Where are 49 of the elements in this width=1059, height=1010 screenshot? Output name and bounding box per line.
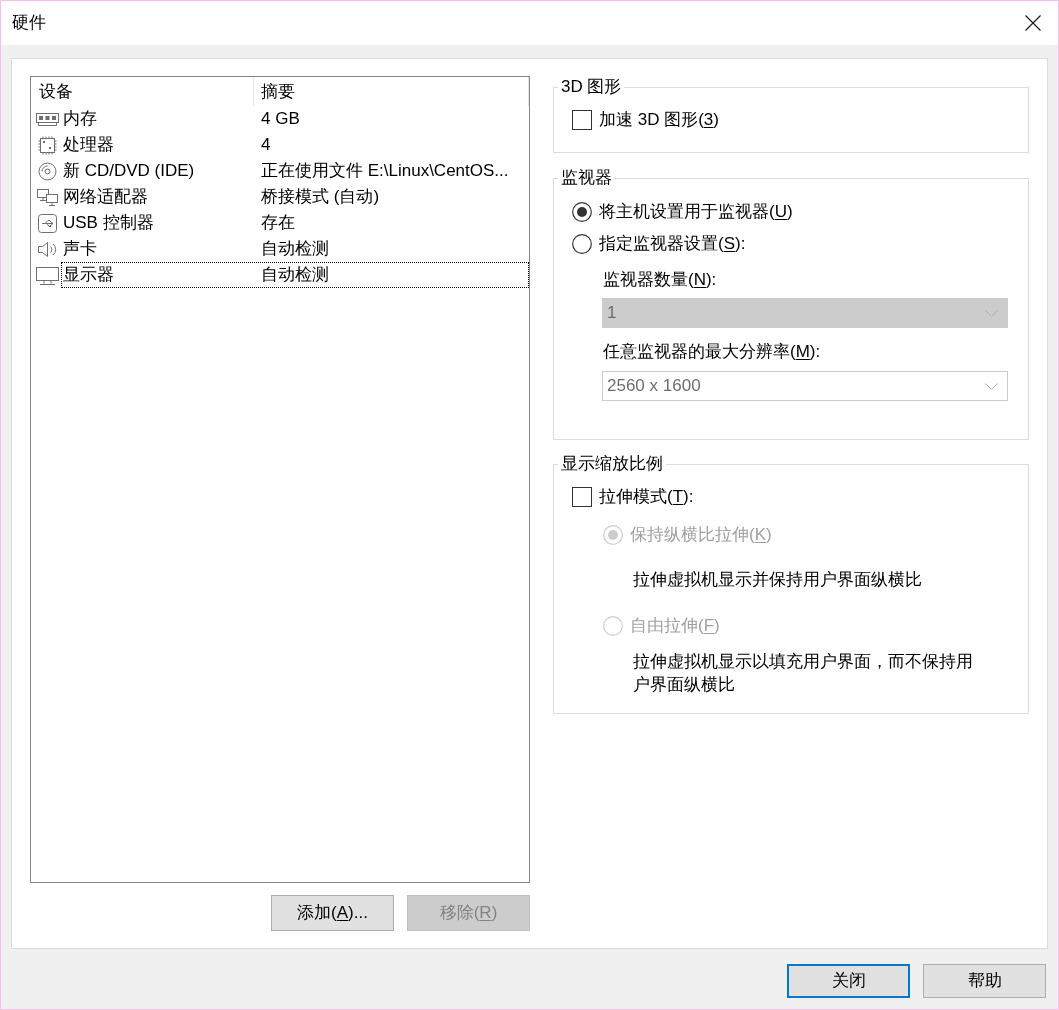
device-name: 处理器 [62,134,115,156]
checkbox-label[interactable]: 拉伸模式(T): [599,486,694,508]
checkbox[interactable] [572,110,592,130]
device-row[interactable]: 内存 4 GB [61,106,529,132]
monitor-icon [35,265,60,285]
close-icon [1025,15,1041,31]
window-title: 硬件 [12,12,46,34]
column-header[interactable]: 摘要 [254,77,529,106]
device-summary: 桥接模式 (自动) [260,186,380,208]
device-row[interactable]: USB 控制器 存在 [61,210,529,236]
device-name: USB 控制器 [62,212,155,234]
usb-icon [35,213,60,233]
device-row[interactable]: 新 CD/DVD (IDE) 正在使用文件 E:\Linux\CentOS... [61,158,529,184]
device-name: 显示器 [62,264,115,286]
checkbox[interactable] [572,487,592,507]
device-summary: 正在使用文件 E:\Linux\CentOS... [260,160,509,182]
radio-label[interactable]: 指定监视器设置(S): [599,233,746,255]
field-label: 任意监视器的最大分辨率(M): [603,341,822,363]
column-header[interactable]: 设备 [31,77,254,106]
chevron-down-icon [985,382,998,390]
device-summary: 自动检测 [260,264,329,286]
list-action-button[interactable]: 添加(A)... [271,895,394,931]
group-title: 显示缩放比例 [560,453,664,475]
device-summary: 4 [260,134,271,156]
device-row[interactable]: 显示器 自动检测 [61,262,529,288]
option-description: 拉伸虚拟机显示以填充用户界面，而不保持用户界面纵横比 [633,651,974,696]
device-summary: 存在 [260,212,295,234]
device-name: 内存 [62,108,98,130]
device-name: 网络适配器 [62,186,149,208]
disc-icon [35,161,60,181]
device-row[interactable]: 处理器 4 [61,132,529,158]
device-summary: 4 GB [260,108,300,130]
device-row[interactable]: 网络适配器 桥接模式 (自动) [61,184,529,210]
dialog-button[interactable]: 关闭 [787,964,910,998]
field-label: 监视器数量(N): [603,269,718,291]
radio-button[interactable] [572,202,592,222]
radio-label[interactable]: 将主机设置用于监视器(U) [599,201,793,223]
radio-button[interactable] [572,234,592,254]
dialog-button[interactable]: 帮助 [923,964,1046,998]
chevron-down-icon [985,309,998,317]
device-name: 声卡 [62,238,98,260]
network-computers-icon [35,187,60,207]
checkbox-label[interactable]: 加速 3D 图形(3) [599,109,719,131]
device-summary: 自动检测 [260,238,329,260]
option-description: 拉伸虚拟机显示并保持用户界面纵横比 [633,569,923,591]
device-row[interactable]: 声卡 自动检测 [61,236,529,262]
group-title: 监视器 [560,167,613,189]
group-title: 3D 图形 [560,76,623,98]
device-name: 新 CD/DVD (IDE) [62,160,196,182]
